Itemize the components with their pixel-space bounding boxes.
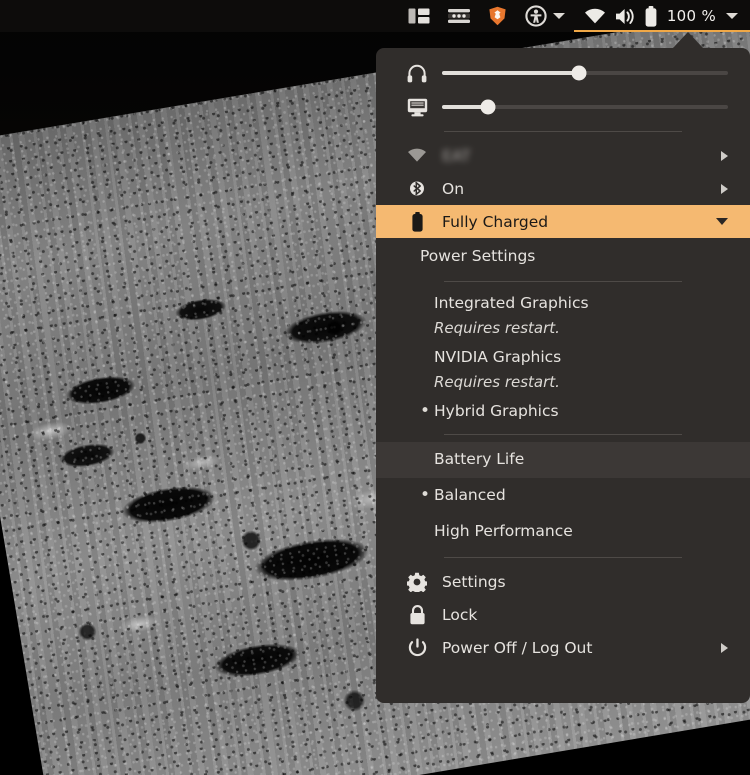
profile-battery-life[interactable]: Battery Life	[376, 442, 750, 478]
wifi-submenu-arrow-icon[interactable]	[721, 150, 728, 161]
accessibility-caret-icon[interactable]	[552, 13, 565, 19]
graphics-hybrid-label: Hybrid Graphics	[434, 402, 559, 420]
headphones-icon	[404, 64, 430, 83]
bluetooth-menu-item[interactable]: On	[376, 172, 750, 205]
top-panel: 100 %	[0, 0, 750, 32]
graphics-nvidia-label: NVIDIA Graphics	[434, 348, 562, 366]
profile-high-performance-label: High Performance	[434, 522, 573, 540]
battery-caret-icon[interactable]	[726, 13, 738, 19]
battery-percent-label: 100 %	[666, 7, 716, 25]
graphics-mode-nvidia[interactable]: NVIDIA Graphics Requires restart.	[376, 343, 750, 397]
settings-menu-item[interactable]: Settings	[376, 565, 750, 598]
dots-menu-icon[interactable]	[439, 0, 479, 32]
wifi-menu-item[interactable]: EAT	[376, 139, 750, 172]
accessibility-icon[interactable]	[516, 0, 574, 32]
profile-balanced[interactable]: • Balanced	[376, 478, 750, 514]
volume-icon[interactable]	[614, 7, 636, 26]
wifi-network-name: EAT	[442, 146, 471, 165]
power-off-log-out-label: Power Off / Log Out	[442, 638, 593, 657]
profile-balanced-label: Balanced	[434, 486, 506, 504]
display-icon	[404, 98, 430, 117]
profile-balanced-bullet: •	[420, 485, 431, 505]
battery-expand-caret-icon[interactable]	[716, 218, 728, 225]
brightness-slider[interactable]	[376, 90, 750, 124]
graphics-hybrid-bullet: •	[420, 401, 431, 421]
separator-graphics	[444, 281, 682, 282]
wifi-icon[interactable]	[584, 8, 606, 25]
separator-sliders	[444, 131, 682, 132]
profile-high-performance[interactable]: High Performance	[376, 514, 750, 550]
lock-label: Lock	[442, 605, 478, 624]
power-settings-menu-item[interactable]: Power Settings	[376, 238, 750, 274]
desktop-screen: 100 % EAT On Fully Charged Power Setting…	[0, 0, 750, 775]
profile-battery-life-label: Battery Life	[434, 450, 525, 468]
battery-status-label: Fully Charged	[442, 212, 549, 231]
volume-slider-fill	[442, 71, 580, 75]
bluetooth-icon	[404, 178, 430, 199]
wifi-icon	[404, 148, 430, 163]
power-off-log-out-menu-item[interactable]: Power Off / Log Out	[376, 631, 750, 664]
brave-shield-icon[interactable]	[479, 0, 516, 32]
graphics-mode-hybrid[interactable]: • Hybrid Graphics	[376, 397, 750, 427]
workspace-switcher-icon[interactable]	[399, 0, 439, 32]
bluetooth-status-label: On	[442, 179, 465, 198]
battery-icon	[404, 211, 430, 232]
separator-actions	[444, 557, 682, 558]
power-off-submenu-arrow-icon[interactable]	[721, 642, 728, 653]
graphics-nvidia-note: Requires restart.	[434, 373, 560, 391]
power-settings-label: Power Settings	[420, 247, 536, 265]
volume-slider-track[interactable]	[442, 65, 728, 81]
graphics-integrated-note: Requires restart.	[434, 319, 560, 337]
graphics-integrated-label: Integrated Graphics	[434, 294, 589, 312]
lock-icon	[404, 604, 430, 625]
battery-icon[interactable]	[644, 5, 658, 27]
power-icon	[404, 637, 430, 658]
brightness-slider-knob[interactable]	[480, 99, 496, 115]
graphics-mode-integrated[interactable]: Integrated Graphics Requires restart.	[376, 289, 750, 343]
battery-tray-group[interactable]: 100 %	[573, 0, 750, 32]
volume-slider[interactable]	[376, 56, 750, 90]
separator-profiles	[444, 434, 682, 435]
volume-slider-knob[interactable]	[571, 65, 587, 81]
gear-icon	[404, 572, 430, 592]
system-status-menu: EAT On Fully Charged Power Settings Inte…	[376, 48, 750, 703]
settings-label: Settings	[442, 572, 506, 591]
brightness-slider-track[interactable]	[442, 99, 728, 115]
menu-pointer-arrow	[672, 32, 704, 49]
lock-menu-item[interactable]: Lock	[376, 598, 750, 631]
battery-menu-item[interactable]: Fully Charged	[376, 205, 750, 238]
bluetooth-submenu-arrow-icon[interactable]	[721, 183, 728, 194]
